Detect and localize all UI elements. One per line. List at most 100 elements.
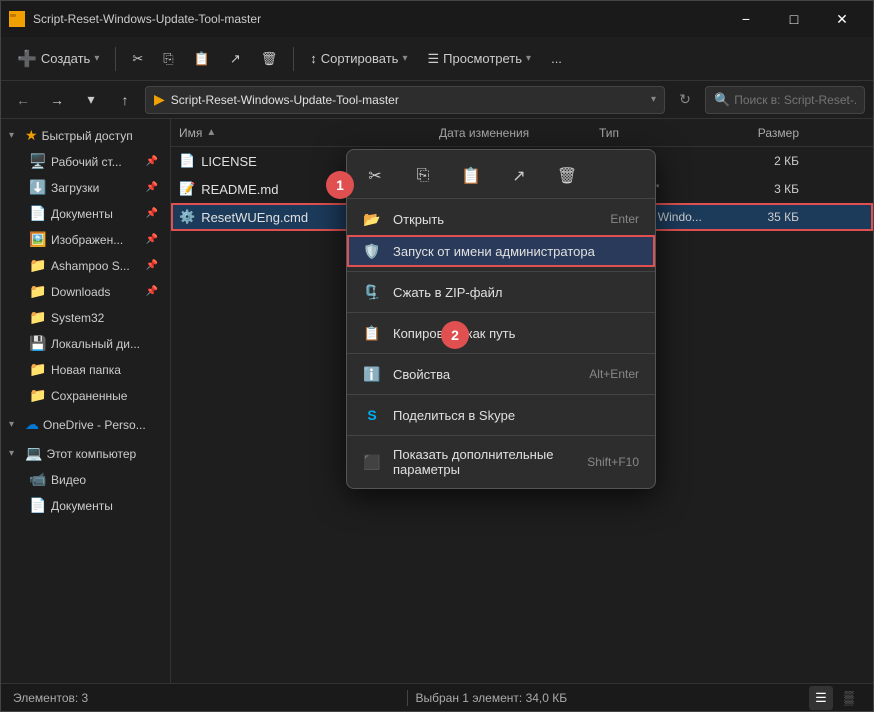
maximize-button[interactable]: □ bbox=[771, 3, 817, 35]
close-button[interactable]: ✕ bbox=[819, 3, 865, 35]
file-label-readme: README.md bbox=[201, 182, 278, 197]
file-date-readme: 25.03.2023 5:10 bbox=[439, 182, 599, 196]
cut-button[interactable]: ✂ bbox=[124, 47, 151, 71]
copy-button[interactable]: ⎘ bbox=[155, 47, 181, 71]
forward-button[interactable]: → bbox=[43, 86, 71, 114]
file-date-license: 25.03.2023 5:10 bbox=[439, 154, 599, 168]
sidebar-item-ashampoo[interactable]: 📁 Ashampoo S... 📌 bbox=[5, 253, 166, 278]
create-label: Создать bbox=[41, 51, 90, 66]
computer-icon: 💻 bbox=[25, 445, 42, 462]
window-controls: − □ ✕ bbox=[723, 3, 865, 35]
toolbar: ➕ Создать ▾ ✂ ⎘ 📋 ↗ 🗑 ↕ Сортировать ▾ ☰ … bbox=[1, 37, 873, 81]
up-button[interactable]: ↑ bbox=[111, 86, 139, 114]
main-content: ▾ ★ Быстрый доступ 🖥️ Рабочий ст... 📌 ⬇️… bbox=[1, 119, 873, 683]
back-button[interactable]: ← bbox=[9, 86, 37, 114]
paste-button[interactable]: 📋 bbox=[186, 47, 218, 71]
column-name[interactable]: Имя ▲ bbox=[179, 126, 439, 140]
quick-access-section: ▾ ★ Быстрый доступ 🖥️ Рабочий ст... 📌 ⬇️… bbox=[1, 123, 170, 408]
address-bar: ← → ▾ ↑ ▶ Script-Reset-Windows-Update-To… bbox=[1, 81, 873, 119]
onedrive-chevron-icon: ▾ bbox=[9, 419, 21, 430]
search-icon: 🔍 bbox=[714, 92, 730, 108]
create-chevron-icon: ▾ bbox=[94, 53, 99, 64]
pin-icon-ashampoo: 📌 bbox=[146, 260, 158, 271]
view-button[interactable]: ☰ Просмотреть ▾ bbox=[419, 47, 539, 71]
file-icon-resetwueng: ⚙️ bbox=[179, 209, 195, 225]
video-icon: 📹 bbox=[29, 471, 45, 488]
onedrive-header[interactable]: ▾ ☁ OneDrive - Perso... bbox=[1, 412, 170, 437]
toolbar-separator-2 bbox=[293, 47, 294, 71]
delete-button[interactable]: 🗑 bbox=[253, 47, 286, 71]
pin-icon-desktop: 📌 bbox=[146, 156, 158, 167]
file-name-readme: 📝 README.md bbox=[179, 181, 439, 197]
sort-button[interactable]: ↕ Сортировать ▾ bbox=[302, 47, 415, 70]
delete-icon: 🗑 bbox=[261, 51, 278, 67]
sidebar-item-new-folder[interactable]: 📁 Новая папка bbox=[5, 357, 166, 382]
new-folder-icon: 📁 bbox=[29, 361, 45, 378]
status-separator bbox=[407, 690, 408, 706]
pictures-icon: 🖼️ bbox=[29, 231, 45, 248]
refresh-button[interactable]: ↻ bbox=[671, 86, 699, 114]
sidebar-item-downloads-en-label: Downloads bbox=[51, 285, 140, 299]
sidebar-item-desktop[interactable]: 🖥️ Рабочий ст... 📌 bbox=[5, 149, 166, 174]
system32-icon: 📁 bbox=[29, 309, 45, 326]
share-button[interactable]: ↗ bbox=[222, 47, 249, 71]
file-date-resetwueng: 25.03.2023 5:10 bbox=[439, 210, 599, 224]
column-size[interactable]: Размер bbox=[719, 126, 799, 140]
sidebar-item-video[interactable]: 📹 Видео bbox=[5, 467, 166, 492]
sidebar-item-downloads[interactable]: ⬇️ Загрузки 📌 bbox=[5, 175, 166, 200]
sidebar-item-saved[interactable]: 📁 Сохраненные bbox=[5, 383, 166, 408]
minimize-button[interactable]: − bbox=[723, 3, 769, 35]
pin-icon-downloads-en: 📌 bbox=[146, 286, 158, 297]
sidebar-item-downloads-en[interactable]: 📁 Downloads 📌 bbox=[5, 279, 166, 304]
sidebar-item-docs2-label: Документы bbox=[51, 499, 158, 513]
pin-icon-documents: 📌 bbox=[146, 208, 158, 219]
sidebar-item-video-label: Видео bbox=[51, 473, 158, 487]
pin-icon-downloads: 📌 bbox=[146, 182, 158, 193]
column-date[interactable]: Дата изменения bbox=[439, 126, 599, 140]
search-box[interactable]: 🔍 bbox=[705, 86, 865, 114]
sidebar-item-saved-label: Сохраненные bbox=[51, 389, 158, 403]
create-button[interactable]: ➕ Создать ▾ bbox=[9, 45, 107, 73]
downloads-icon: ⬇️ bbox=[29, 179, 45, 196]
local-disk-icon: 💾 bbox=[29, 335, 45, 352]
create-icon: ➕ bbox=[17, 49, 37, 69]
quick-access-header[interactable]: ▾ ★ Быстрый доступ bbox=[1, 123, 170, 148]
file-type-resetwueng: Сценарий Windo... bbox=[599, 210, 719, 224]
onedrive-section: ▾ ☁ OneDrive - Perso... bbox=[1, 412, 170, 437]
sidebar-item-system32-label: System32 bbox=[51, 311, 158, 325]
address-input[interactable]: ▶ Script-Reset-Windows-Update-Tool-maste… bbox=[145, 86, 665, 114]
sidebar-item-docs2[interactable]: 📄 Документы bbox=[5, 493, 166, 518]
documents-icon: 📄 bbox=[29, 205, 45, 222]
file-row-license[interactable]: 📄 LICENSE 25.03.2023 5:10 Файл 2 КБ bbox=[171, 147, 873, 175]
recent-locations-button[interactable]: ▾ bbox=[77, 86, 105, 114]
sidebar-item-pictures[interactable]: 🖼️ Изображен... 📌 bbox=[5, 227, 166, 252]
toolbar-separator-1 bbox=[115, 47, 116, 71]
view-label: Просмотреть bbox=[443, 51, 522, 66]
file-row-readme[interactable]: 📝 README.md 25.03.2023 5:10 Файл "MD" 3 … bbox=[171, 175, 873, 203]
file-list-header: Имя ▲ Дата изменения Тип Размер bbox=[171, 119, 873, 147]
file-explorer-window: Script-Reset-Windows-Update-Tool-master … bbox=[0, 0, 874, 712]
sidebar-item-pictures-label: Изображен... bbox=[51, 233, 140, 247]
search-input[interactable] bbox=[734, 93, 856, 107]
sidebar-item-local-disk[interactable]: 💾 Локальный ди... bbox=[5, 331, 166, 356]
file-label-resetwueng: ResetWUEng.cmd bbox=[201, 210, 308, 225]
file-label-license: LICENSE bbox=[201, 154, 257, 169]
this-pc-header[interactable]: ▾ 💻 Этот компьютер bbox=[1, 441, 170, 466]
view-tiles-button[interactable]: ▒ bbox=[837, 686, 861, 710]
view-icon: ☰ bbox=[427, 51, 439, 67]
more-icon: ... bbox=[551, 51, 562, 66]
sidebar-item-documents[interactable]: 📄 Документы 📌 bbox=[5, 201, 166, 226]
view-chevron-icon: ▾ bbox=[526, 53, 531, 64]
file-name-resetwueng: ⚙️ ResetWUEng.cmd bbox=[179, 209, 439, 225]
share-icon: ↗ bbox=[230, 51, 241, 67]
file-type-license: Файл bbox=[599, 154, 719, 168]
sidebar-item-system32[interactable]: 📁 System32 bbox=[5, 305, 166, 330]
file-row-resetwueng[interactable]: ⚙️ ResetWUEng.cmd 25.03.2023 5:10 Сценар… bbox=[171, 203, 873, 231]
this-pc-chevron-icon: ▾ bbox=[9, 448, 21, 459]
file-rows: 📄 LICENSE 25.03.2023 5:10 Файл 2 КБ 📝 RE… bbox=[171, 147, 873, 683]
column-type[interactable]: Тип bbox=[599, 126, 719, 140]
sort-chevron-icon: ▾ bbox=[402, 53, 407, 64]
view-details-button[interactable]: ☰ bbox=[809, 686, 833, 710]
title-bar: Script-Reset-Windows-Update-Tool-master … bbox=[1, 1, 873, 37]
more-button[interactable]: ... bbox=[543, 47, 570, 70]
